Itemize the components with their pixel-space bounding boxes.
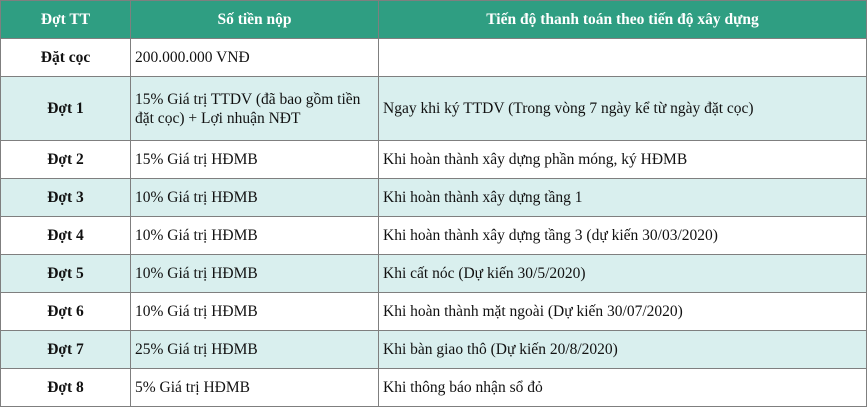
- amount-cell: 10% Giá trị HĐMB: [130, 292, 379, 331]
- progress-cell: Khi cất nóc (Dự kiến 30/5/2020): [378, 254, 867, 293]
- amount-cell: 25% Giá trị HĐMB: [130, 330, 379, 369]
- progress-cell: [378, 38, 867, 77]
- header-row: Đợt TT Số tiền nộp Tiến độ thanh toán th…: [0, 0, 867, 39]
- phase-cell: Đợt 4: [0, 216, 131, 255]
- progress-cell: Khi hoàn thành xây dựng phần móng, ký HĐ…: [378, 140, 867, 179]
- amount-cell: 10% Giá trị HĐMB: [130, 178, 379, 217]
- amount-cell: 200.000.000 VNĐ: [130, 38, 379, 77]
- phase-cell: Đợt 7: [0, 330, 131, 369]
- amount-cell: 5% Giá trị HĐMB: [130, 368, 379, 407]
- header-progress: Tiến độ thanh toán theo tiến độ xây dựng: [378, 0, 867, 39]
- progress-cell: Khi thông báo nhận sổ đỏ: [378, 368, 867, 407]
- phase-cell: Đợt 2: [0, 140, 131, 179]
- payment-schedule-table: Đợt TT Số tiền nộp Tiến độ thanh toán th…: [0, 0, 867, 407]
- progress-cell: Khi hoàn thành xây dựng tầng 3 (dự kiến …: [378, 216, 867, 255]
- table-row: Đợt 6 10% Giá trị HĐMB Khi hoàn thành mặ…: [0, 292, 867, 331]
- amount-cell: 10% Giá trị HĐMB: [130, 216, 379, 255]
- table-row: Đợt 4 10% Giá trị HĐMB Khi hoàn thành xâ…: [0, 216, 867, 255]
- table-row: Đợt 2 15% Giá trị HĐMB Khi hoàn thành xâ…: [0, 140, 867, 179]
- phase-cell: Đợt 1: [0, 76, 131, 141]
- amount-cell: 10% Giá trị HĐMB: [130, 254, 379, 293]
- phase-cell: Đợt 3: [0, 178, 131, 217]
- table-row: Đặt cọc 200.000.000 VNĐ: [0, 38, 867, 77]
- table-row: Đợt 7 25% Giá trị HĐMB Khi bàn giao thô …: [0, 330, 867, 369]
- progress-cell: Khi hoàn thành xây dựng tầng 1: [378, 178, 867, 217]
- table-row: Đợt 8 5% Giá trị HĐMB Khi thông báo nhận…: [0, 368, 867, 407]
- phase-cell: Đợt 6: [0, 292, 131, 331]
- progress-cell: Khi hoàn thành mặt ngoài (Dự kiến 30/07/…: [378, 292, 867, 331]
- table-row: Đợt 3 10% Giá trị HĐMB Khi hoàn thành xâ…: [0, 178, 867, 217]
- header-phase: Đợt TT: [0, 0, 131, 39]
- header-amount: Số tiền nộp: [130, 0, 379, 39]
- progress-cell: Ngay khi ký TTDV (Trong vòng 7 ngày kể t…: [378, 76, 867, 141]
- amount-cell: 15% Giá trị HĐMB: [130, 140, 379, 179]
- phase-cell: Đặt cọc: [0, 38, 131, 77]
- phase-cell: Đợt 5: [0, 254, 131, 293]
- amount-cell: 15% Giá trị TTDV (đã bao gồm tiền đặt cọ…: [130, 76, 379, 141]
- table-row: Đợt 1 15% Giá trị TTDV (đã bao gồm tiền …: [0, 76, 867, 141]
- table-row: Đợt 5 10% Giá trị HĐMB Khi cất nóc (Dự k…: [0, 254, 867, 293]
- progress-cell: Khi bàn giao thô (Dự kiến 20/8/2020): [378, 330, 867, 369]
- phase-cell: Đợt 8: [0, 368, 131, 407]
